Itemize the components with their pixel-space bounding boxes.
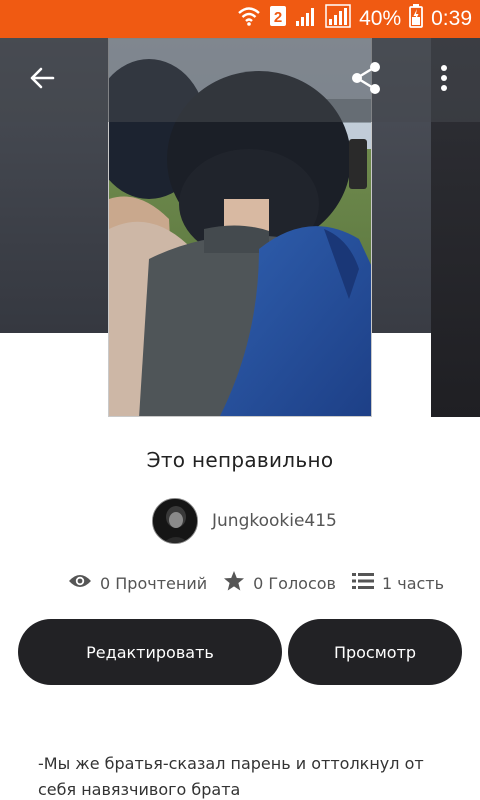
star-icon <box>223 570 245 596</box>
more-options-button[interactable] <box>420 56 468 104</box>
avatar[interactable] <box>152 498 198 544</box>
eye-icon <box>68 573 92 593</box>
edit-button[interactable]: Редактировать <box>18 619 282 685</box>
reads-stat: 0 Прочтений <box>68 573 207 593</box>
clock: 0:39 <box>431 7 472 30</box>
view-button[interactable]: Просмотр <box>288 619 462 685</box>
more-vertical-icon <box>440 65 448 95</box>
share-button[interactable] <box>342 56 390 104</box>
signal-icon <box>325 4 351 34</box>
story-description: -Мы же братья-сказал парень и оттолкнул … <box>38 754 424 799</box>
story-title: Это неправильно <box>146 448 334 472</box>
story-details-screen: 2 40% 0:39 Это неправильно Jungkookie415… <box>0 0 480 800</box>
back-button[interactable] <box>18 56 66 104</box>
parts-stat: 1 часть <box>351 572 445 594</box>
votes-count: 0 Голосов <box>253 573 336 593</box>
story-stats: 0 Прочтений 0 Голосов 1 часть <box>68 570 444 596</box>
author-name[interactable]: Jungkookie415 <box>212 511 337 531</box>
author-row[interactable]: Jungkookie415 <box>152 497 337 545</box>
status-bar: 2 40% 0:39 <box>0 0 480 38</box>
parts-count: 1 часть <box>381 573 445 593</box>
reads-count: 0 Прочтений <box>100 573 208 593</box>
wifi-icon <box>237 5 261 33</box>
share-icon <box>349 61 383 99</box>
sim-label: 2 <box>274 9 282 26</box>
back-arrow-icon <box>29 66 55 94</box>
signal-icon <box>295 5 317 33</box>
list-icon <box>351 572 374 594</box>
battery-percent: 40% <box>359 7 402 30</box>
votes-stat: 0 Голосов <box>223 570 336 596</box>
top-toolbar <box>0 38 480 122</box>
sim-icon: 2 <box>269 5 287 33</box>
battery-charging-icon <box>409 4 424 34</box>
